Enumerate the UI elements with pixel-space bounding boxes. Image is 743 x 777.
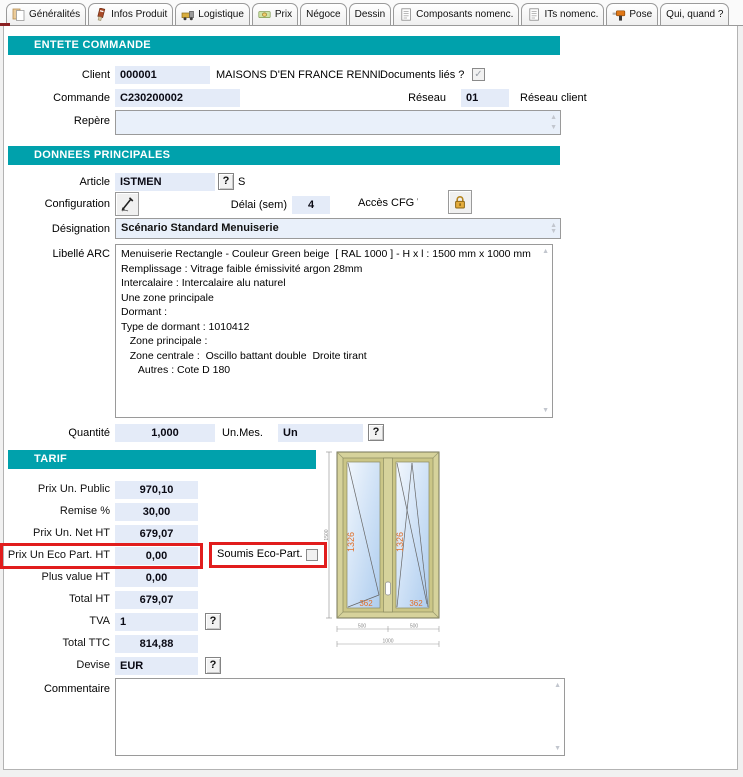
reseau-field[interactable]: 01 xyxy=(461,89,509,107)
dim-bottom-right-text: 362 xyxy=(409,599,423,608)
tab-label: Pose xyxy=(629,9,652,20)
tab-label: Qui, quand ? xyxy=(666,9,723,20)
tab-pose[interactable]: Pose xyxy=(606,3,658,25)
tarif-row-field[interactable]: 679,07 xyxy=(115,525,198,543)
tarif-row-label: Plus value HT xyxy=(1,571,110,583)
tarif-row: TVA1? xyxy=(8,613,338,631)
dim-sash-right-text: 1326 xyxy=(395,532,405,552)
tarif-row-field[interactable]: 679,07 xyxy=(115,591,198,609)
drill-icon xyxy=(612,8,626,21)
tarif-row-label: Prix Un. Net HT xyxy=(1,527,110,539)
soumis-eco-part-box: Soumis Eco-Part. xyxy=(209,542,327,568)
reseau-label: Réseau xyxy=(360,92,446,104)
check-icon: ✓ xyxy=(474,69,482,80)
doc-icon xyxy=(527,8,541,21)
soumis-eco-part-label: Soumis Eco-Part. xyxy=(217,548,303,560)
dim-total-width-text: 1000 xyxy=(382,639,393,645)
tarif-row-field[interactable]: 30,00 xyxy=(115,503,198,521)
scroll-down-icon[interactable]: ▼ xyxy=(550,124,557,131)
help-button[interactable]: ? xyxy=(205,613,221,630)
scroll-down-icon[interactable]: ▼ xyxy=(550,228,557,235)
tarif-row-label: TVA xyxy=(1,615,110,627)
tab-its-nomenc[interactable]: ITs nomenc. xyxy=(521,3,604,25)
scroll-up-icon[interactable]: ▲ xyxy=(554,682,561,689)
doc-icon xyxy=(399,8,413,21)
tarif-row-label: Prix Un Eco Part. HT xyxy=(1,549,110,561)
tarif-row-label: Devise xyxy=(1,659,110,671)
documents-lies-checkbox[interactable]: ✓ xyxy=(472,68,485,81)
scroll-down-icon[interactable]: ▼ xyxy=(542,407,549,414)
tarif-row-field[interactable]: EUR xyxy=(115,657,198,675)
tarif-row-field[interactable]: 0,00 xyxy=(115,569,198,587)
tarif-rows: Prix Un. Public970,10 Remise %30,00 Prix U… xyxy=(8,0,348,700)
reseau-client-text: Réseau client xyxy=(520,92,587,104)
scroll-up-icon[interactable]: ▲ xyxy=(542,248,549,255)
tab-label: Dessin xyxy=(355,9,386,20)
tarif-row-label: Remise % xyxy=(1,505,110,517)
tarif-row: Plus value HT0,00 xyxy=(8,569,338,587)
acces-cfg-label: Accès CFG Wi xyxy=(358,197,418,209)
tarif-row-field[interactable]: 0,00 xyxy=(115,547,198,565)
window-drawing: 1500 1326 1326 362 362 500 500 1000 xyxy=(323,446,459,656)
documents-lies-label: Documents liés ? xyxy=(380,69,464,81)
tarif-row: Total HT679,07 xyxy=(8,591,338,609)
tab-label: Composants nomenc. xyxy=(416,9,513,20)
soumis-eco-part-checkbox[interactable] xyxy=(306,549,318,561)
dim-width-left-text: 500 xyxy=(358,624,367,630)
lock-icon xyxy=(452,194,468,210)
dim-bottom-left-text: 362 xyxy=(359,599,373,608)
tarif-row-label: Total TTC xyxy=(1,637,110,649)
tarif-row: Total TTC814,88 xyxy=(8,635,338,653)
scroll-down-icon[interactable]: ▼ xyxy=(554,745,561,752)
unmes-help-button[interactable]: ? xyxy=(368,424,384,441)
dim-sash-left-text: 1326 xyxy=(346,532,356,552)
tab-dessin[interactable]: Dessin xyxy=(349,3,392,25)
tarif-row-field[interactable]: 1 xyxy=(115,613,198,631)
tarif-row-field[interactable]: 814,88 xyxy=(115,635,198,653)
tab-label: ITs nomenc. xyxy=(544,9,598,20)
dim-width-right-text: 500 xyxy=(410,624,419,630)
tab-composants-nomenc[interactable]: Composants nomenc. xyxy=(393,3,519,25)
tarif-row-label: Prix Un. Public xyxy=(1,483,110,495)
tarif-row: DeviseEUR? xyxy=(8,657,338,675)
tarif-row: Prix Un. Net HT679,07 xyxy=(8,525,338,543)
tarif-row-field[interactable]: 970,10 xyxy=(115,481,198,499)
tarif-row: Prix Un. Public970,10 xyxy=(8,481,338,499)
commentaire-label: Commentaire xyxy=(8,683,110,695)
commentaire-textarea[interactable]: ▲ ▼ xyxy=(115,678,565,756)
dim-height-text: 1500 xyxy=(324,529,330,540)
tarif-row: Remise %30,00 xyxy=(8,503,338,521)
help-button[interactable]: ? xyxy=(205,657,221,674)
tab-qui-quand[interactable]: Qui, quand ? xyxy=(660,3,729,25)
scroll-up-icon[interactable]: ▲ xyxy=(550,114,557,121)
acces-cfg-lock-button[interactable] xyxy=(448,190,472,214)
tarif-row-label: Total HT xyxy=(1,593,110,605)
